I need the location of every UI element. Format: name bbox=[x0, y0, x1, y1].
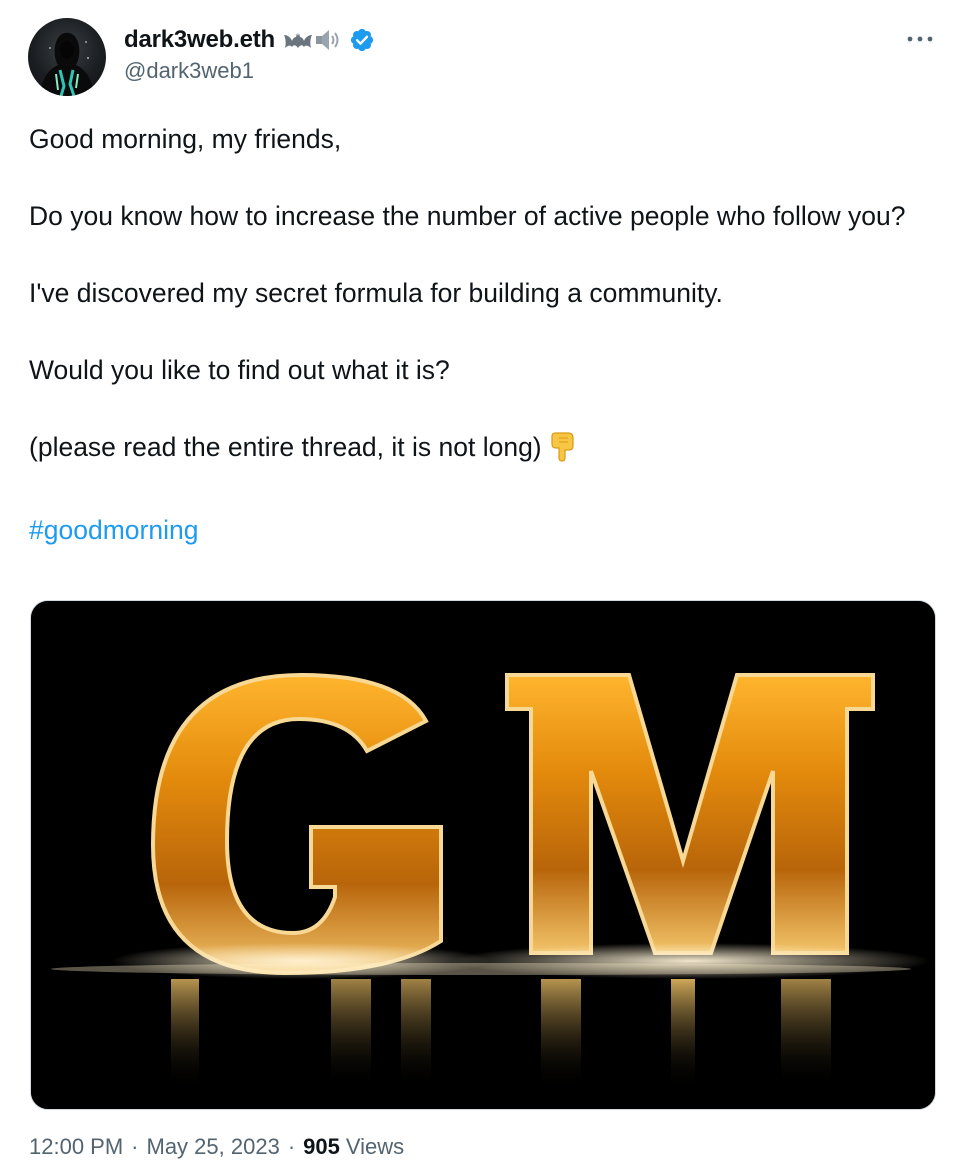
separator-dot: · bbox=[131, 1134, 139, 1159]
tweet-image[interactable] bbox=[30, 600, 936, 1110]
gm-gold-letters-image bbox=[31, 601, 935, 1109]
tweet-line: Do you know how to increase the number o… bbox=[29, 201, 906, 231]
author-handle[interactable]: @dark3web1 bbox=[124, 58, 254, 84]
verified-badge-icon[interactable] bbox=[349, 27, 375, 53]
tweet-date[interactable]: May 25, 2023 bbox=[147, 1134, 280, 1160]
tweet-line: I've discovered my secret formula for bu… bbox=[29, 278, 723, 308]
more-horizontal-icon bbox=[907, 36, 933, 42]
backhand-index-pointing-down-emoji-icon bbox=[548, 432, 576, 473]
bat-emoji-icon bbox=[284, 33, 312, 48]
tweet: dark3web.eth @dark3web1 Good morning, my… bbox=[0, 0, 958, 1174]
views-count[interactable]: 905 bbox=[303, 1134, 340, 1160]
speaker-emoji-icon bbox=[316, 30, 339, 50]
tweet-time[interactable]: 12:00 PM bbox=[29, 1134, 123, 1160]
more-options-button[interactable] bbox=[903, 26, 937, 52]
avatar[interactable] bbox=[28, 18, 106, 96]
author-name-row: dark3web.eth bbox=[124, 24, 375, 56]
tweet-line: Good morning, my friends, bbox=[29, 124, 342, 154]
separator-dot: · bbox=[287, 1134, 296, 1159]
tweet-meta: 12:00 PM · May 25, 2023 · 905 Views bbox=[29, 1134, 404, 1160]
hooded-figure-avatar-icon bbox=[40, 32, 94, 96]
hashtag-link[interactable]: #goodmorning bbox=[29, 515, 198, 545]
tweet-line: (please read the entire thread, it is no… bbox=[29, 432, 542, 462]
author-display-name[interactable]: dark3web.eth bbox=[124, 26, 275, 54]
tweet-line-with-emoji: (please read the entire thread, it is no… bbox=[29, 428, 929, 473]
views-label[interactable]: Views bbox=[346, 1134, 404, 1160]
tweet-line: Would you like to find out what it is? bbox=[29, 355, 450, 385]
name-emojis bbox=[283, 28, 343, 52]
tweet-text: Good morning, my friends, Do you know ho… bbox=[29, 120, 929, 550]
